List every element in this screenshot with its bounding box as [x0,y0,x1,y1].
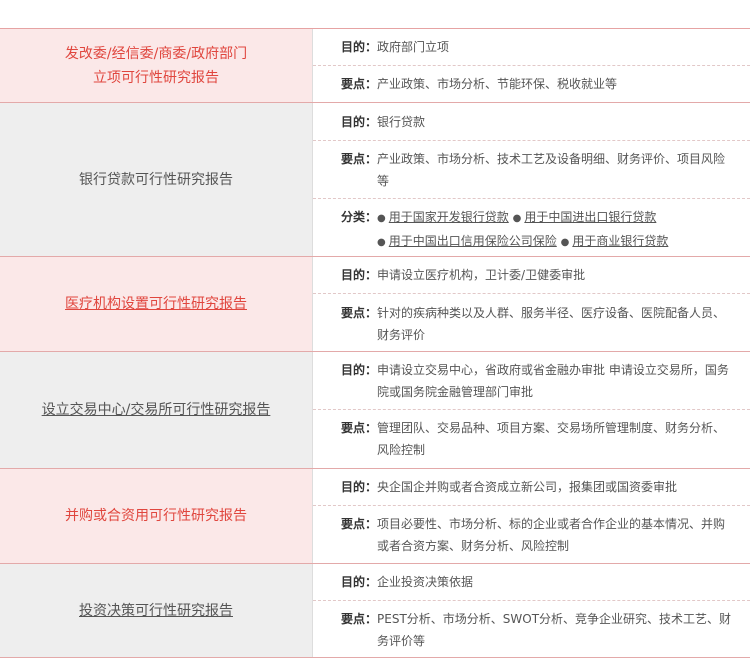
report-group-investment: 投资决策可行性研究报告 目的： 企业投资决策依据 要点： PEST分析、市场分析… [0,564,750,658]
group-title-cell: 发改委/经信委/商委/政府部门 立项可行性研究报告 [0,29,313,102]
group-details: 目的： 政府部门立项 要点： 产业政策、市场分析、节能环保、税收就业等 [313,29,750,102]
row-key: 要点： [341,306,378,320]
detail-row-purpose: 目的： 企业投资决策依据 [313,564,750,601]
detail-row-purpose: 目的： 申请设立医疗机构，卫计委/卫健委审批 [313,257,750,294]
group-title-cell: 银行贷款可行性研究报告 [0,103,313,256]
group-title-cell: 设立交易中心/交易所可行性研究报告 [0,352,313,468]
detail-row-purpose: 目的： 央企国企并购或者合资成立新公司，报集团或国资委审批 [313,469,750,506]
row-key: 要点： [341,77,378,91]
detail-row-purpose: 目的： 申请设立交易中心，省政府或省金融办审批 申请设立交易所，国务院或国务院金… [313,352,750,410]
row-key: 目的： [341,363,378,377]
row-key: 要点： [341,152,378,166]
row-value: 项目必要性、市场分析、标的企业或者合作企业的基本情况、并购或者合资方案、财务分析… [377,517,726,553]
report-group-merger: 并购或合资用可行性研究报告 目的： 央企国企并购或者合资成立新公司，报集团或国资… [0,469,750,564]
row-key: 分类： [341,210,378,224]
row-value: 银行贷款 [377,114,426,129]
bullet-icon: ● [560,237,570,248]
detail-row-points: 要点： 针对的疾病种类以及人群、服务半径、医疗设备、医院配备人员、财务评价 [313,294,750,351]
group-details: 目的： 企业投资决策依据 要点： PEST分析、市场分析、SWOT分析、竞争企业… [313,564,750,657]
detail-row-points: 要点： 产业政策、市场分析、技术工艺及设备明细、财务评价、项目风险等 [313,141,750,199]
row-value: 企业投资决策依据 [377,575,474,589]
group-details: 目的： 申请设立交易中心，省政府或省金融办审批 申请设立交易所，国务院或国务院金… [313,352,750,468]
category-link-commercial[interactable]: 用于商业银行贷款 [572,234,668,248]
title-line: 发改委/经信委/商委/政府部门 [64,45,248,62]
category-links: ● 用于国家开发银行贷款 ● 用于中国进出口银行贷款 ● 用于中国出口信用保险公司保险… [377,206,668,256]
row-key: 要点： [341,421,378,435]
title-line: 设立交易中心/交易所可行性研究报告 [41,402,271,418]
detail-row-points: 要点： 产业政策、市场分析、节能环保、税收就业等 [313,66,750,102]
row-value: PEST分析、市场分析、SWOT分析、竞争企业研究、技术工艺、财务评价等 [377,612,732,648]
report-table: 发改委/经信委/商委/政府部门 立项可行性研究报告 目的： 政府部门立项 要点：… [0,28,750,658]
detail-row-points: 要点： 项目必要性、市场分析、标的企业或者合作企业的基本情况、并购或者合资方案、… [313,506,750,563]
row-value: 申请设立医疗机构，卫计委/卫健委审批 [377,268,586,282]
group-title-link[interactable]: 银行贷款可行性研究报告 [79,168,233,192]
bullet-icon: ● [512,213,522,224]
group-details: 目的： 银行贷款 要点： 产业政策、市场分析、技术工艺及设备明细、财务评价、项目… [313,103,750,256]
row-value: 产业政策、市场分析、技术工艺及设备明细、财务评价、项目风险等 [377,152,726,188]
group-title-cell: 并购或合资用可行性研究报告 [0,469,313,563]
group-title-link[interactable]: 投资决策可行性研究报告 [79,599,233,623]
category-link-cdb[interactable]: 用于国家开发银行贷款 [389,210,509,224]
report-group-bank-loan: 银行贷款可行性研究报告 目的： 银行贷款 要点： 产业政策、市场分析、技术工艺及… [0,103,750,257]
title-line: 投资决策可行性研究报告 [79,602,233,619]
title-line: 医疗机构设置可行性研究报告 [65,296,247,312]
detail-row-points: 要点： 管理团队、交易品种、项目方案、交易场所管理制度、财务分析、风险控制 [313,410,750,468]
row-key: 要点： [341,517,378,531]
row-value: 央企国企并购或者合资成立新公司，报集团或国资委审批 [377,480,678,494]
row-key: 目的： [341,114,378,129]
group-title-link[interactable]: 并购或合资用可行性研究报告 [65,504,247,528]
row-value: 产业政策、市场分析、节能环保、税收就业等 [377,77,618,91]
report-group-medical: 医疗机构设置可行性研究报告 目的： 申请设立医疗机构，卫计委/卫健委审批 要点：… [0,257,750,352]
detail-row-purpose: 目的： 银行贷款 [313,103,750,141]
row-key: 要点： [341,612,378,626]
report-group-exchange: 设立交易中心/交易所可行性研究报告 目的： 申请设立交易中心，省政府或省金融办审… [0,352,750,469]
detail-row-categories: 分类： ● 用于国家开发银行贷款 ● 用于中国进出口银行贷款 ● 用于中国出口信用保险… [313,199,750,256]
row-key: 目的： [341,575,378,589]
detail-row-purpose: 目的： 政府部门立项 [313,29,750,66]
row-value: 申请设立交易中心，省政府或省金融办审批 申请设立交易所，国务院或国务院金融管理部… [377,363,729,399]
category-link-exim[interactable]: 用于中国进出口银行贷款 [524,210,656,224]
detail-row-points: 要点： PEST分析、市场分析、SWOT分析、竞争企业研究、技术工艺、财务评价等 [313,601,750,657]
group-title-cell: 医疗机构设置可行性研究报告 [0,257,313,351]
group-title-link[interactable]: 设立交易中心/交易所可行性研究报告 [42,398,271,422]
bullet-icon: ● [377,213,386,224]
group-title-cell: 投资决策可行性研究报告 [0,564,313,657]
report-group-government: 发改委/经信委/商委/政府部门 立项可行性研究报告 目的： 政府部门立项 要点：… [0,29,750,103]
row-key: 目的： [341,480,378,494]
title-line: 银行贷款可行性研究报告 [79,171,233,188]
bullet-icon: ● [377,237,386,248]
group-title-link[interactable]: 医疗机构设置可行性研究报告 [65,292,247,316]
title-line: 立项可行性研究报告 [93,69,219,86]
row-value: 管理团队、交易品种、项目方案、交易场所管理制度、财务分析、风险控制 [377,421,726,457]
row-key: 目的： [341,40,378,54]
row-value: 政府部门立项 [377,40,450,54]
title-line: 并购或合资用可行性研究报告 [65,508,247,524]
category-link-sinosure[interactable]: 用于中国出口信用保险公司保险 [389,234,557,248]
group-details: 目的： 申请设立医疗机构，卫计委/卫健委审批 要点： 针对的疾病种类以及人群、服… [313,257,750,351]
row-key: 目的： [341,268,378,282]
group-title-link[interactable]: 发改委/经信委/商委/政府部门 立项可行性研究报告 [65,42,247,90]
row-value: 针对的疾病种类以及人群、服务半径、医疗设备、医院配备人员、财务评价 [377,306,726,342]
group-details: 目的： 央企国企并购或者合资成立新公司，报集团或国资委审批 要点： 项目必要性、… [313,469,750,563]
